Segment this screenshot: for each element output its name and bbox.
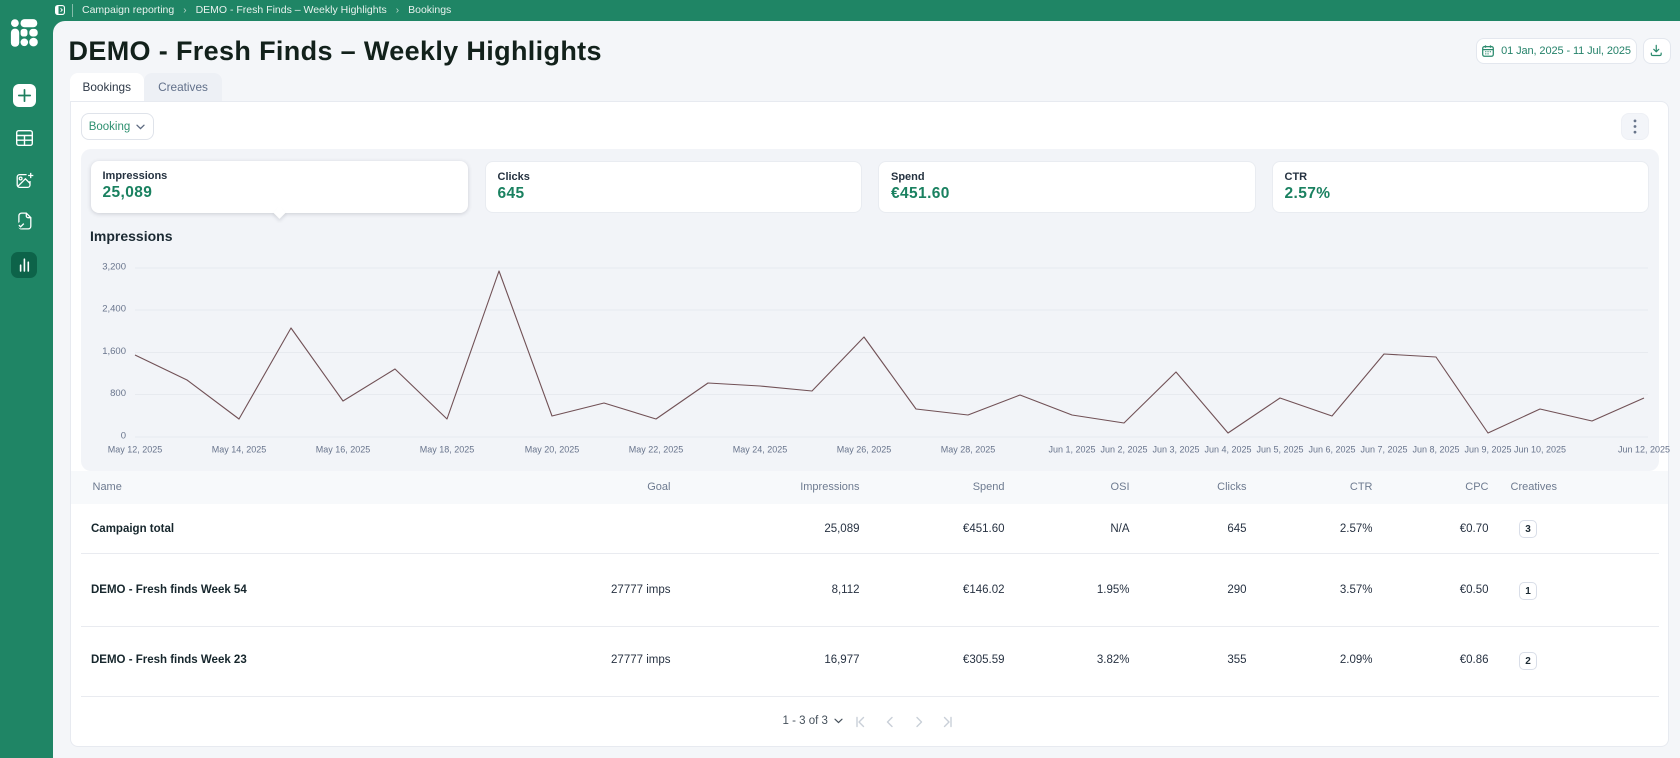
svg-text:May 14, 2025: May 14, 2025 (211, 445, 266, 455)
svg-text:Jun 5, 2025: Jun 5, 2025 (1256, 445, 1303, 455)
svg-text:0: 0 (120, 431, 125, 442)
svg-text:3,200: 3,200 (102, 262, 126, 273)
svg-text:May 24, 2025: May 24, 2025 (732, 445, 787, 455)
svg-text:Jun 10, 2025: Jun 10, 2025 (1513, 445, 1565, 455)
svg-text:Jun 12, 2025: Jun 12, 2025 (1617, 445, 1669, 455)
svg-text:1,600: 1,600 (102, 346, 126, 357)
svg-text:2,400: 2,400 (102, 304, 126, 315)
svg-text:Jun 9, 2025: Jun 9, 2025 (1464, 445, 1511, 455)
svg-text:Jun 2, 2025: Jun 2, 2025 (1100, 445, 1147, 455)
svg-text:May 20, 2025: May 20, 2025 (524, 445, 579, 455)
svg-text:Jun 6, 2025: Jun 6, 2025 (1308, 445, 1355, 455)
svg-text:Jun 1, 2025: Jun 1, 2025 (1048, 445, 1095, 455)
svg-text:Jun 7, 2025: Jun 7, 2025 (1360, 445, 1407, 455)
svg-text:Jun 8, 2025: Jun 8, 2025 (1412, 445, 1459, 455)
svg-text:800: 800 (110, 388, 126, 399)
svg-text:May 16, 2025: May 16, 2025 (315, 445, 370, 455)
svg-text:May 22, 2025: May 22, 2025 (628, 445, 683, 455)
svg-text:May 28, 2025: May 28, 2025 (940, 445, 995, 455)
svg-text:May 18, 2025: May 18, 2025 (419, 445, 474, 455)
svg-text:May 12, 2025: May 12, 2025 (107, 445, 162, 455)
svg-text:Jun 3, 2025: Jun 3, 2025 (1152, 445, 1199, 455)
svg-text:May 26, 2025: May 26, 2025 (836, 445, 891, 455)
svg-text:Jun 4, 2025: Jun 4, 2025 (1204, 445, 1251, 455)
